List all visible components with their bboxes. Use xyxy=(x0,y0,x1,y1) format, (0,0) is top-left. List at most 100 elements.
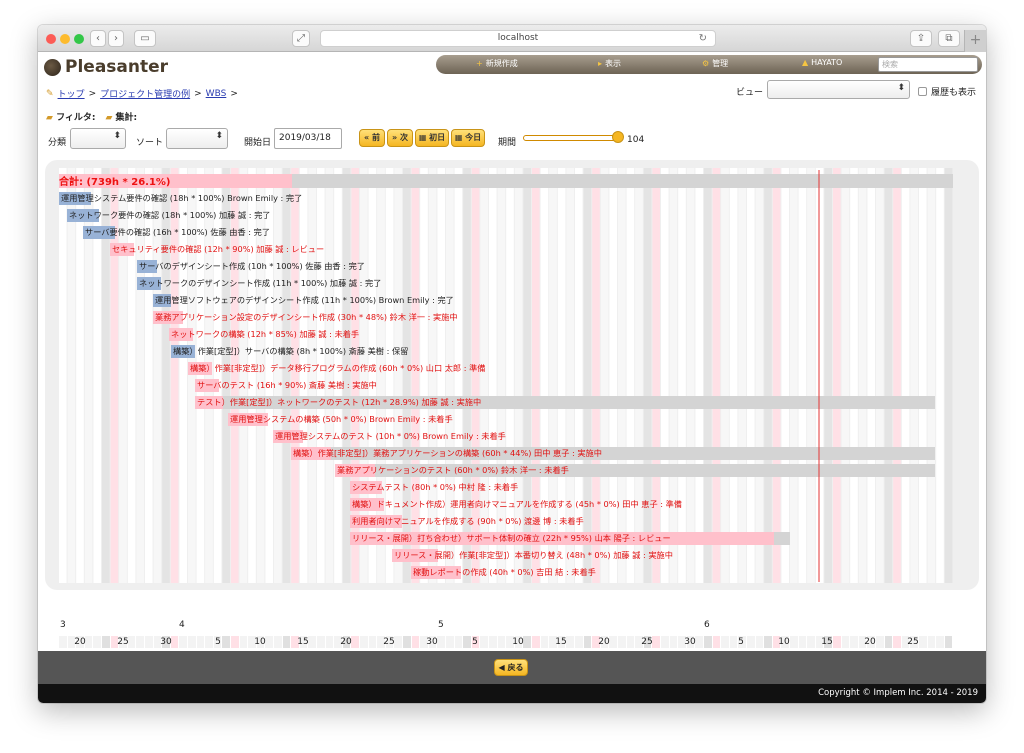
task-label[interactable]: 運用管理システムのテスト (10h * 0%) Brown Emily : 未着… xyxy=(275,431,506,442)
task-label[interactable]: サーバ要件の確認 (16h * 100%) 佐藤 由香 : 完了 xyxy=(85,227,270,238)
axis-day-cell xyxy=(437,636,445,648)
axis-day-cell xyxy=(618,636,626,648)
prev-button[interactable]: « 前 xyxy=(359,129,385,147)
task-label[interactable]: ネットワーク要件の確認 (18h * 100%) 加藤 誠 : 完了 xyxy=(69,210,270,221)
breadcrumb-top[interactable]: トップ xyxy=(58,87,85,100)
day-column xyxy=(764,168,772,583)
history-checkbox[interactable] xyxy=(918,87,927,96)
axis-day-cell xyxy=(927,636,936,648)
calendar-icon: ▦ xyxy=(418,133,427,142)
axis-day-cell xyxy=(274,636,282,648)
day-column xyxy=(721,168,729,583)
task-label[interactable]: 構築）作業[非定型]）業務アプリケーションの構築 (60h * 44%) 田中 … xyxy=(293,448,602,459)
task-label[interactable]: テスト）作業[定型]）ネットワークのテスト (12h * 28.9%) 加藤 誠… xyxy=(197,397,481,408)
breadcrumb-wbs[interactable]: WBS xyxy=(206,89,227,99)
nav-view[interactable]: ▸ 表示 xyxy=(598,58,621,69)
view-select[interactable] xyxy=(767,80,910,99)
reader-icon[interactable]: ⤢ xyxy=(292,30,310,47)
fast-forward-icon: » xyxy=(392,133,398,142)
nav-manage[interactable]: ⚙ 管理 xyxy=(702,58,728,69)
address-bar[interactable]: localhost ↻ xyxy=(320,30,716,47)
nav-user[interactable]: ▲ HAYATO xyxy=(802,58,842,67)
axis-day: 30 xyxy=(684,637,696,647)
day-column xyxy=(583,168,592,583)
start-date-input[interactable]: 2019/03/18 xyxy=(274,128,342,149)
next-button[interactable]: » 次 xyxy=(387,129,413,147)
nav-new[interactable]: + 新規作成 xyxy=(476,58,518,69)
day-column xyxy=(325,168,334,583)
day-column xyxy=(59,168,67,583)
day-column xyxy=(893,168,901,583)
history-toggle[interactable]: 履歴も表示 xyxy=(918,85,976,98)
breadcrumb: ✎ トップ > プロジェクト管理の例 > WBS > xyxy=(46,87,238,101)
day-column xyxy=(618,168,626,583)
share-icon[interactable]: ⇪ xyxy=(910,30,932,47)
axis-day-cell xyxy=(325,636,334,648)
task-label[interactable]: 運用管理システムの構築 (50h * 0%) Brown Emily : 未着手 xyxy=(230,414,453,425)
axis-day-cell xyxy=(523,636,531,648)
axis-day: 10 xyxy=(254,637,266,647)
axis-month: 6 xyxy=(704,620,710,630)
minimize-window-button[interactable] xyxy=(60,34,70,44)
day-column xyxy=(661,168,669,583)
task-label[interactable]: リリース・展開）作業[非定型]）本番切り替え (48h * 0%) 加藤 誠 :… xyxy=(394,550,673,561)
breadcrumb-project[interactable]: プロジェクト管理の例 xyxy=(100,87,190,100)
axis-day-cell xyxy=(351,636,359,648)
task-label[interactable]: セキュリティ要件の確認 (12h * 90%) 加藤 誠 : レビュー xyxy=(112,244,324,255)
tabs-icon[interactable]: ⧉ xyxy=(938,30,960,47)
period-slider-track[interactable] xyxy=(523,135,618,141)
axis-day-cell xyxy=(102,636,110,648)
axis-day-cell xyxy=(721,636,729,648)
task-label[interactable]: 運用管理システム要件の確認 (18h * 100%) Brown Emily :… xyxy=(61,193,302,204)
back-arrow-icon[interactable]: ‹ xyxy=(90,30,106,47)
timeline-axis: 3 4 5 6 20 25 30 5 10 15 20 25 30 5 10 15 20 25 30 5 10 15 20 2… xyxy=(38,620,986,650)
sort-select[interactable] xyxy=(166,128,228,149)
axis-day-cell xyxy=(936,636,944,648)
search-input[interactable]: 検索 xyxy=(878,57,978,72)
browser-window: ‹ › ▭ ⤢ localhost ↻ ⇪ ⧉ + Pleasanter + 新規… xyxy=(38,25,986,703)
axis-day: 5 xyxy=(215,637,221,647)
day-column xyxy=(790,168,798,583)
task-label[interactable]: サーバのデザインシート作成 (10h * 100%) 佐藤 由香 : 完了 xyxy=(139,261,365,272)
today-button[interactable]: ▦ 今日 xyxy=(451,129,485,147)
axis-day-cell xyxy=(497,636,506,648)
task-label[interactable]: ネットワークのデザインシート作成 (11h * 100%) 加藤 誠 : 完了 xyxy=(139,278,381,289)
axis-day-cell xyxy=(59,636,67,648)
category-select[interactable] xyxy=(70,128,126,149)
task-label[interactable]: ネットワークの構築 (12h * 85%) 加藤 誠 : 未着手 xyxy=(171,329,359,340)
task-label[interactable]: リリース・展開）打ち合わせ）サポート体制の確立 (22h * 95%) 山本 陽… xyxy=(352,533,671,544)
task-label[interactable]: 運用管理ソフトウェアのデザインシート作成 (11h * 100%) Brown … xyxy=(155,295,454,306)
reload-icon[interactable]: ↻ xyxy=(699,31,707,46)
new-tab-icon[interactable]: + xyxy=(964,30,986,52)
first-day-button[interactable]: ▦ 初日 xyxy=(415,129,449,147)
task-label[interactable]: サーバのテスト (16h * 90%) 斎藤 美樹 : 実施中 xyxy=(197,380,377,391)
close-window-button[interactable] xyxy=(46,34,56,44)
task-label[interactable]: 利用者向けマニュアルを作成する (90h * 0%) 渡邊 博 : 未着手 xyxy=(352,516,584,527)
day-column xyxy=(291,168,299,583)
forward-arrow-icon[interactable]: › xyxy=(108,30,124,47)
axis-day-cell xyxy=(695,636,703,648)
axis-day-cell xyxy=(170,636,179,648)
back-button[interactable]: ◀ 戻る xyxy=(494,659,528,676)
zoom-window-button[interactable] xyxy=(74,34,84,44)
task-label[interactable]: システムテスト (80h * 0%) 中村 隆 : 未着手 xyxy=(352,482,518,493)
day-column xyxy=(686,168,695,583)
axis-day-cell xyxy=(222,636,230,648)
axis-day-cell xyxy=(712,636,721,648)
task-label[interactable]: 稼動レポートの作成 (40h * 0%) 吉田 結 : 未着手 xyxy=(413,567,596,578)
axis-day: 25 xyxy=(641,637,653,647)
task-label[interactable]: 業務アプリケーションのテスト (60h * 0%) 鈴木 洋一 : 未着手 xyxy=(337,465,569,476)
axis-day-cell xyxy=(282,636,291,648)
axis-day-cell xyxy=(669,636,678,648)
day-column xyxy=(669,168,678,583)
task-label[interactable]: 構築）ドキュメント作成）運用者向けマニュアルを作成する (45h * 0%) 田… xyxy=(352,499,682,510)
app-logo[interactable]: Pleasanter xyxy=(44,57,168,77)
period-slider-handle[interactable] xyxy=(612,131,624,143)
filter-toggle[interactable]: ▰ フィルタ: xyxy=(46,110,95,123)
copyright: Copyright © Implem Inc. 2014 - 2019 xyxy=(38,684,986,703)
aggregate-toggle[interactable]: ▰ 集計: xyxy=(105,110,137,123)
task-label[interactable]: 構築）作業[非定型]）データ移行プログラムの作成 (60h * 0%) 山口 太… xyxy=(190,363,485,374)
sidebar-icon[interactable]: ▭ xyxy=(134,30,156,47)
task-label[interactable]: 業務アプリケーション設定のデザインシート作成 (30h * 48%) 鈴木 洋一… xyxy=(155,312,458,323)
task-label[interactable]: 構築）作業[定型]）サーバの構築 (8h * 100%) 斎藤 美樹 : 保留 xyxy=(173,346,408,357)
